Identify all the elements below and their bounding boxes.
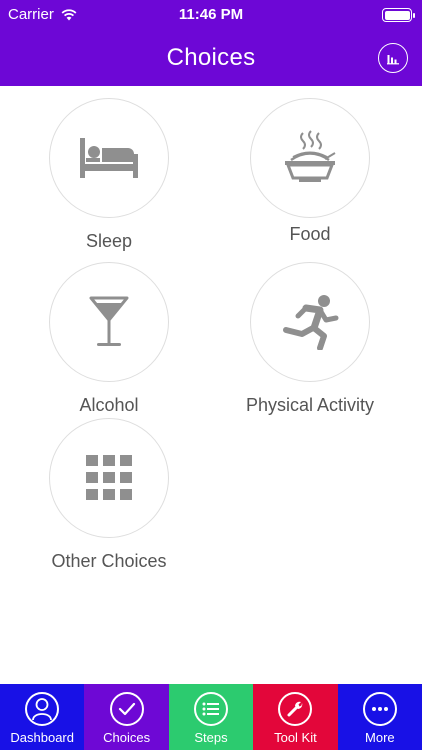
tab-steps[interactable]: Steps <box>168 684 254 750</box>
tab-steps-label: Steps <box>194 730 228 745</box>
tab-tool-kit-label: Tool Kit <box>274 730 317 745</box>
ellipsis-icon <box>362 692 397 726</box>
tab-more-label: More <box>365 730 395 745</box>
battery-icon <box>382 8 415 22</box>
grid-icon <box>86 455 132 500</box>
checkmark-icon <box>109 692 144 726</box>
choice-sleep-label: Sleep <box>85 231 133 251</box>
header: Carrier 11:46 PM Choices <box>0 0 422 86</box>
tab-more[interactable]: More <box>337 684 422 750</box>
bowl-icon <box>285 130 336 182</box>
list-icon <box>194 692 229 726</box>
tab-dashboard-label: Dashboard <box>10 730 74 745</box>
tab-dashboard[interactable]: Dashboard <box>0 684 85 750</box>
person-icon <box>25 692 60 726</box>
running-person-icon <box>283 295 339 350</box>
choice-alcohol-circle[interactable] <box>49 262 169 382</box>
choice-other-choices-label: Other Choices <box>51 551 167 571</box>
choice-physical-activity-circle[interactable] <box>250 262 370 382</box>
bar-chart-icon <box>387 55 399 65</box>
choice-other-choices[interactable]: Other Choices <box>9 418 209 572</box>
tab-choices[interactable]: Choices <box>84 684 169 750</box>
wrench-icon <box>278 692 313 726</box>
choice-food-label: Food <box>289 224 331 244</box>
clock: 11:46 PM <box>178 6 244 23</box>
choice-sleep-circle[interactable] <box>49 98 169 218</box>
choice-alcohol-label: Alcohol <box>79 395 139 415</box>
page-title: Choices <box>166 44 256 71</box>
choice-alcohol[interactable]: Alcohol <box>9 262 209 416</box>
tab-bar: Dashboard Choices Steps Tool Kit More <box>0 684 422 750</box>
status-bar: Carrier 11:46 PM <box>0 0 422 30</box>
choice-food-circle[interactable] <box>250 98 370 218</box>
tab-choices-label: Choices <box>103 730 151 745</box>
choice-other-choices-circle[interactable] <box>49 418 169 538</box>
stats-button[interactable] <box>378 43 408 73</box>
tab-tool-kit[interactable]: Tool Kit <box>253 684 338 750</box>
choice-sleep[interactable]: Sleep <box>9 98 209 252</box>
choice-physical-activity[interactable]: Physical Activity <box>210 262 410 416</box>
choice-physical-activity-label: Physical Activity <box>245 395 375 415</box>
bed-icon <box>80 138 138 178</box>
martini-glass-icon <box>89 296 129 346</box>
choice-food[interactable]: Food <box>210 98 410 245</box>
